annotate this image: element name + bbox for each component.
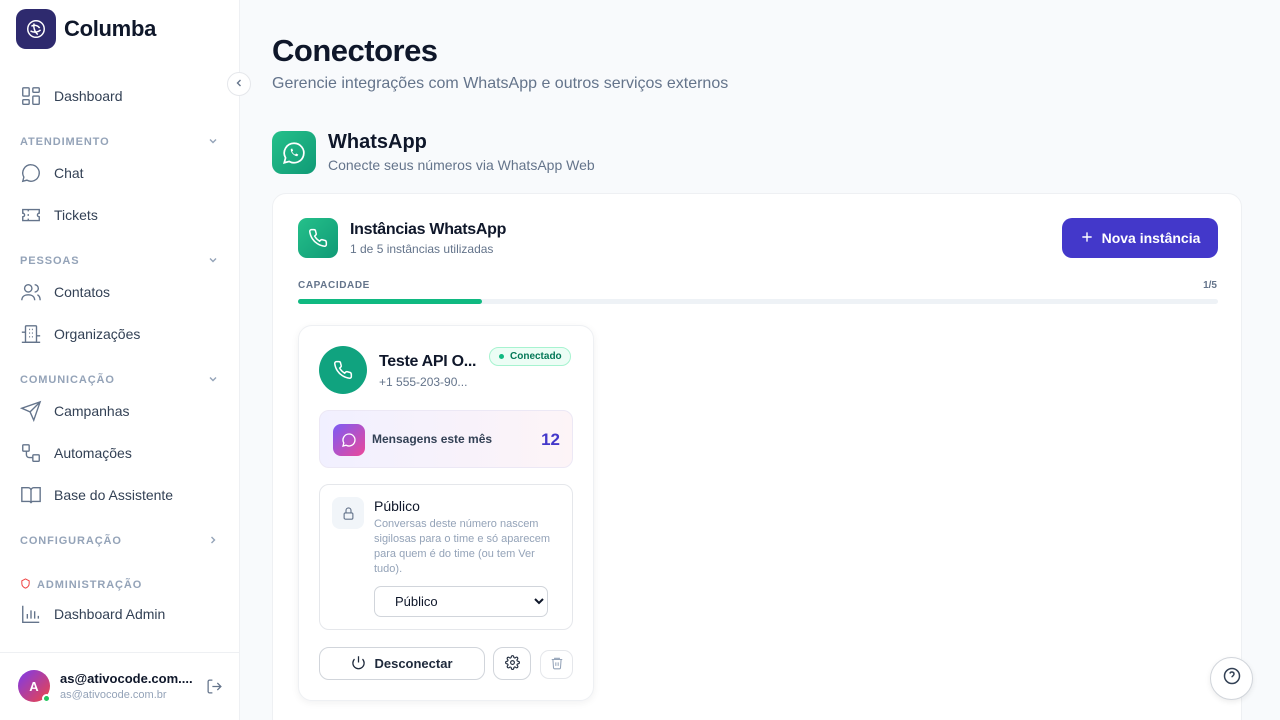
section-configuracao[interactable]: CONFIGURAÇÃO	[20, 532, 218, 550]
sidebar-item-base-assistente[interactable]: Base do Assistente	[20, 482, 173, 508]
status-label: Conectado	[510, 351, 562, 362]
app-name: Columba	[64, 16, 157, 41]
phone-icon	[319, 346, 367, 394]
power-icon	[351, 655, 366, 673]
sidebar-item-contatos[interactable]: Contatos	[20, 279, 110, 305]
section-pessoas[interactable]: PESSOAS	[20, 252, 218, 270]
user-email: as@ativocode.com.br	[60, 689, 167, 701]
capacity-label: CAPACIDADE	[298, 280, 370, 291]
brand[interactable]: Columba	[16, 9, 156, 49]
sidebar: Columba Dashboard ATENDIMENTO Chat Ticke…	[0, 0, 240, 720]
chevron-right-icon	[208, 532, 218, 550]
visibility-select[interactable]: Público	[374, 586, 548, 617]
section-comunicacao[interactable]: COMUNICAÇÃO	[20, 371, 218, 389]
sidebar-item-label: Chat	[54, 165, 84, 181]
section-subtitle: Conecte seus números via WhatsApp Web	[328, 157, 595, 173]
ticket-icon	[20, 204, 42, 226]
section-label: PESSOAS	[20, 255, 80, 267]
chevron-down-icon	[208, 133, 218, 151]
sidebar-item-label: Organizações	[54, 326, 141, 342]
sidebar-item-label: Campanhas	[54, 403, 130, 419]
disconnect-label: Desconectar	[374, 656, 453, 671]
sidebar-item-campanhas[interactable]: Campanhas	[20, 398, 130, 424]
visibility-description: Conversas deste número nascem sigilosas …	[374, 518, 551, 575]
sidebar-item-dashboard[interactable]: Dashboard	[20, 83, 123, 109]
building-icon	[20, 323, 42, 345]
section-title: WhatsApp	[328, 131, 427, 153]
book-open-icon	[20, 484, 42, 506]
instances-title: Instâncias WhatsApp	[350, 221, 507, 238]
help-button[interactable]	[1210, 657, 1253, 700]
chevron-down-icon	[208, 252, 218, 270]
status-dot	[499, 354, 504, 359]
sidebar-item-label: Tickets	[54, 207, 98, 223]
messages-stat: Mensagens este mês 12	[319, 410, 573, 468]
page-title: Conectores	[272, 33, 438, 68]
messages-count: 12	[541, 430, 560, 449]
lock-icon	[332, 497, 364, 529]
sidebar-item-label: Dashboard	[54, 88, 123, 104]
user-name: as@ativocode.com....	[60, 671, 193, 686]
messages-label: Mensagens este mês	[372, 432, 493, 446]
sidebar-item-tickets[interactable]: Tickets	[20, 202, 98, 228]
section-atendimento[interactable]: ATENDIMENTO	[20, 133, 218, 151]
avatar: A	[18, 670, 51, 703]
section-label: ATENDIMENTO	[20, 136, 110, 148]
avatar-initial: A	[29, 678, 39, 694]
status-badge: Conectado	[489, 347, 571, 366]
send-icon	[20, 400, 42, 422]
phone-icon	[298, 218, 338, 258]
online-status-dot	[42, 694, 51, 703]
instance-card: Teste API O... +1 555-203-90... Conectad…	[298, 325, 594, 701]
chevron-down-icon	[208, 371, 218, 389]
instance-phone: +1 555-203-90...	[379, 375, 468, 389]
new-instance-label: Nova instância	[1101, 230, 1201, 246]
section-label: COMUNICAÇÃO	[20, 374, 115, 386]
plus-icon	[1080, 230, 1094, 247]
visibility-title: Público	[374, 498, 420, 514]
collapse-sidebar-button[interactable]	[227, 72, 251, 96]
section-label: CONFIGURAÇÃO	[20, 535, 122, 547]
sidebar-item-organizacoes[interactable]: Organizações	[20, 321, 140, 347]
sidebar-item-dashboard-admin[interactable]: Dashboard Admin	[20, 601, 165, 627]
help-circle-icon	[1222, 666, 1242, 691]
sidebar-item-label: Dashboard Admin	[54, 606, 166, 622]
whatsapp-icon	[272, 131, 316, 174]
disconnect-button[interactable]: Desconectar	[319, 647, 485, 680]
visibility-settings: Público Conversas deste número nascem si…	[319, 484, 573, 630]
sidebar-item-chat[interactable]: Chat	[20, 160, 84, 186]
sidebar-item-automacoes[interactable]: Automações	[20, 440, 132, 466]
capacity-value: 1/5	[1203, 280, 1217, 291]
logout-icon[interactable]	[206, 678, 223, 700]
columba-logo-icon	[16, 9, 56, 49]
message-circle-icon	[333, 424, 365, 456]
section-label: ADMINISTRAÇÃO	[37, 579, 143, 591]
capacity-bar-fill	[298, 299, 482, 304]
capacity-bar	[298, 299, 1218, 304]
instance-name: Teste API O...	[379, 353, 477, 370]
section-administracao[interactable]: ADMINISTRAÇÃO	[20, 576, 218, 594]
page-subtitle: Gerencie integrações com WhatsApp e outr…	[272, 75, 729, 92]
users-icon	[20, 281, 42, 303]
instances-subtitle: 1 de 5 instâncias utilizadas	[350, 242, 494, 256]
workflow-icon	[20, 442, 42, 464]
settings-button[interactable]	[493, 647, 531, 680]
message-circle-icon	[20, 162, 42, 184]
delete-button[interactable]	[540, 650, 573, 679]
gear-icon	[504, 654, 520, 673]
instances-panel: Instâncias WhatsApp 1 de 5 instâncias ut…	[272, 193, 1242, 720]
sidebar-item-label: Base do Assistente	[54, 487, 174, 503]
new-instance-button[interactable]: Nova instância	[1062, 218, 1218, 258]
trash-icon	[550, 656, 564, 673]
user-profile[interactable]: A as@ativocode.com.... as@ativocode.com.…	[0, 652, 239, 720]
layout-grid-icon	[20, 85, 42, 107]
sidebar-item-label: Contatos	[54, 284, 111, 300]
sidebar-item-label: Automações	[54, 445, 132, 461]
shield-icon	[20, 576, 31, 594]
bar-chart-icon	[20, 603, 42, 625]
chevron-left-icon	[234, 75, 244, 93]
